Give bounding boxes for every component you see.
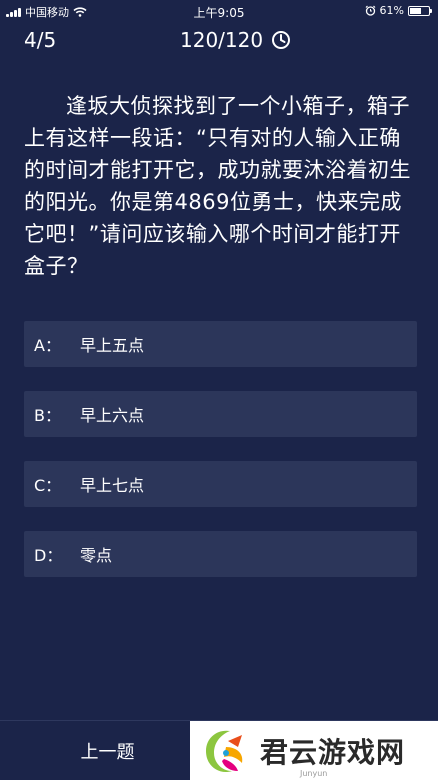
watermark-logo: 君云游戏网 Junyun [190, 721, 438, 780]
battery-icon [408, 5, 432, 16]
clock-icon [272, 31, 291, 49]
option-letter: D： [34, 546, 63, 565]
status-bar: 中国移动 上午9:05 61% [0, 0, 438, 22]
option-letter: B： [34, 406, 61, 425]
option-letter: C： [34, 476, 62, 495]
bottom-bar: 上一题 君云游戏网 Junyun [0, 720, 438, 780]
battery-percent: 61% [379, 4, 404, 17]
option-text: 早上六点 [80, 406, 145, 425]
question-progress: 4/5 [24, 28, 57, 52]
question-text: 逢坂大侦探找到了一个小箱子，箱子上有这样一段话：“只有对的人输入正确的时间才能打… [24, 94, 411, 278]
prev-question-button[interactable]: 上一题 [0, 721, 215, 780]
option-d[interactable]: D： 零点 [24, 531, 417, 577]
watermark-logo-icon [206, 730, 243, 772]
option-text: 零点 [80, 546, 113, 565]
quiz-header: 4/5 120/120 [0, 26, 438, 56]
battery-fill [410, 7, 421, 14]
score-value: 120/120 [180, 28, 264, 52]
score-timer: 120/120 [180, 28, 291, 52]
option-letter: A： [34, 336, 61, 355]
watermark-domain: Junyun [300, 769, 328, 778]
status-right: 61% [365, 4, 432, 17]
option-text: 早上五点 [80, 336, 145, 355]
alarm-icon [365, 5, 375, 16]
option-c[interactable]: C： 早上七点 [24, 461, 417, 507]
option-text: 早上七点 [80, 476, 145, 495]
option-a[interactable]: A： 早上五点 [24, 321, 417, 367]
answer-options: A： 早上五点 B： 早上六点 C： 早上七点 D： 零点 [24, 321, 417, 601]
option-b[interactable]: B： 早上六点 [24, 391, 417, 437]
watermark-text: 君云游戏网 [260, 735, 406, 769]
